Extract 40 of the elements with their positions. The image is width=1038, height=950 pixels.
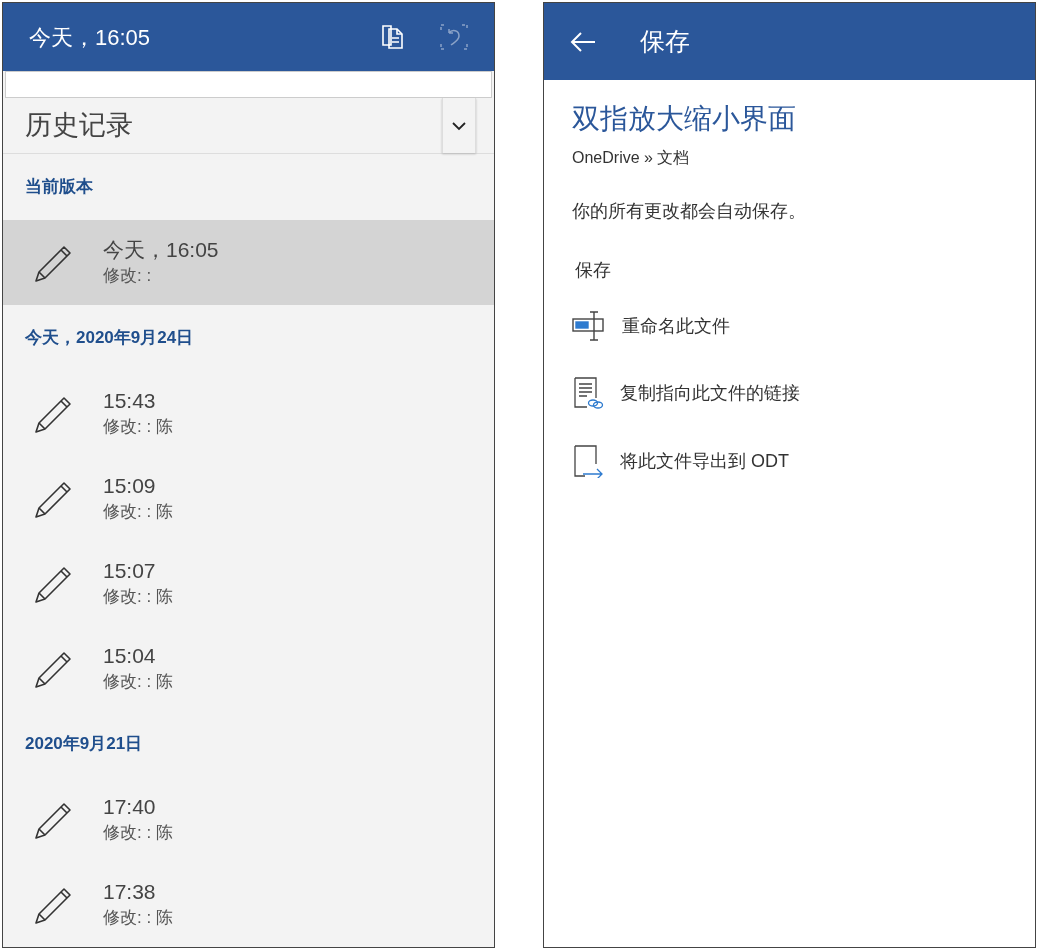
copy-document-icon[interactable] [380, 24, 406, 50]
dropdown-label: 历史记录 [24, 109, 134, 143]
rename-field-icon [572, 310, 606, 342]
window-title: 保存 [640, 25, 690, 57]
version-author: 修改: : 陈 [103, 821, 173, 844]
version-time: 17:38 [103, 878, 157, 905]
section-heading: 2020年9月21日 [25, 733, 143, 756]
version-author: 修改: : [103, 264, 153, 287]
window-title: 今天，16:05 [29, 23, 151, 52]
action-item[interactable]: 复制指向此文件的链接 [572, 376, 1007, 410]
version-time: 15:07 [103, 557, 157, 584]
document-export-icon [572, 444, 604, 478]
version-time: 今天，16:05 [103, 236, 219, 263]
section-heading: 当前版本 [25, 176, 93, 199]
document-link-icon [572, 376, 604, 410]
section-heading: 今天，2020年9月24日 [25, 327, 194, 350]
document-location: OneDrive » 文档 [572, 148, 691, 168]
document-title: 双指放大缩小界面 [572, 102, 797, 136]
version-author: 修改: : 陈 [103, 415, 173, 438]
version-time: 15:04 [103, 642, 157, 669]
version-item[interactable]: 15:09 修改: : 陈 [3, 456, 494, 541]
action-item[interactable]: 将此文件导出到 ODT [572, 444, 1007, 478]
version-item[interactable]: 17:38 修改: : 陈 [3, 862, 494, 947]
version-author: 修改: : 陈 [103, 906, 173, 929]
version-time: 17:40 [103, 793, 157, 820]
version-time: 15:43 [103, 387, 157, 414]
version-author: 修改: : 陈 [103, 585, 173, 608]
version-author: 修改: : 陈 [103, 670, 173, 693]
version-item[interactable]: 今天，16:05 修改: : [3, 220, 494, 305]
section-label: 保存 [575, 259, 612, 282]
version-item[interactable]: 15:43 修改: : 陈 [3, 371, 494, 456]
action-item[interactable]: 重命名此文件 [572, 310, 1007, 342]
version-item[interactable]: 15:04 修改: : 陈 [3, 626, 494, 711]
version-item[interactable]: 17:40 修改: : 陈 [3, 777, 494, 862]
chevron-down-icon [452, 121, 466, 131]
autosave-note: 你的所有更改都会自动保存。 [572, 200, 807, 223]
back-arrow-icon[interactable] [570, 30, 596, 53]
version-author: 修改: : 陈 [103, 500, 173, 523]
version-time: 15:09 [103, 472, 157, 499]
version-item[interactable]: 15:07 修改: : 陈 [3, 541, 494, 626]
